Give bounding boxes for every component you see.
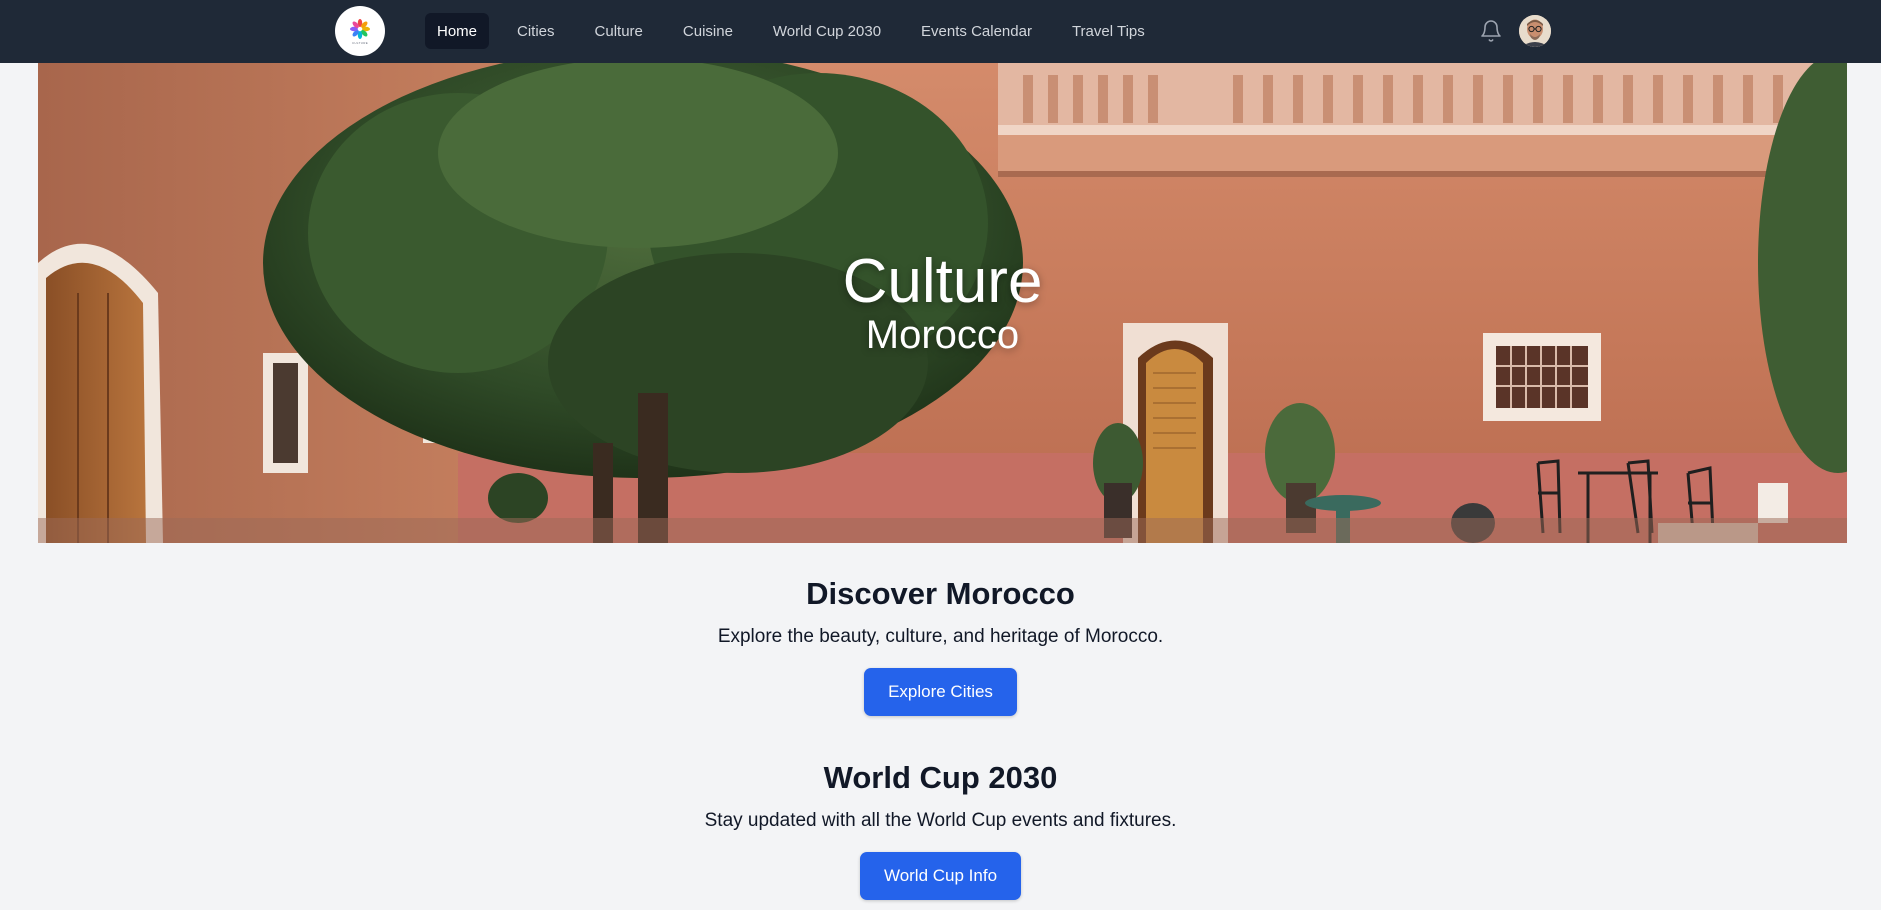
section-heading: World Cup 2030 [823, 760, 1058, 795]
explore-cities-button[interactable]: Explore Cities [864, 668, 1017, 716]
site-logo[interactable]: CULTURE [335, 6, 385, 56]
hero-banner: Culture Morocco [38, 63, 1847, 543]
section-text: Explore the beauty, culture, and heritag… [717, 626, 1164, 647]
hero-title: Culture [842, 247, 1043, 316]
nav-home[interactable]: Home [425, 13, 490, 49]
world-cup-section: World Cup 2030 Stay updated with all the… [0, 762, 1881, 900]
section-heading: Discover Morocco [806, 576, 1075, 611]
hero-subtitle: Morocco [865, 313, 1020, 357]
nav-world-cup-2030[interactable]: World Cup 2030 [761, 13, 893, 49]
top-navbar: CULTURE Home Cities Culture Cuisine Worl… [0, 0, 1881, 63]
nav-culture[interactable]: Culture [583, 13, 655, 49]
logo-text: CULTURE [351, 40, 369, 45]
avatar[interactable] [1519, 15, 1551, 47]
nav-links: Home Cities Culture Cuisine World Cup 20… [425, 13, 1173, 49]
bell-icon[interactable] [1479, 19, 1503, 43]
nav-cuisine[interactable]: Cuisine [671, 13, 745, 49]
nav-travel-tips[interactable]: Travel Tips [1060, 13, 1157, 49]
flower-logo-icon [350, 18, 370, 39]
world-cup-info-button[interactable]: World Cup Info [859, 852, 1022, 900]
section-text: Stay updated with all the World Cup even… [704, 810, 1177, 831]
discover-section: Discover Morocco Explore the beauty, cul… [0, 578, 1881, 716]
nav-cities[interactable]: Cities [505, 13, 567, 49]
nav-events-calendar[interactable]: Events Calendar [909, 13, 1044, 49]
